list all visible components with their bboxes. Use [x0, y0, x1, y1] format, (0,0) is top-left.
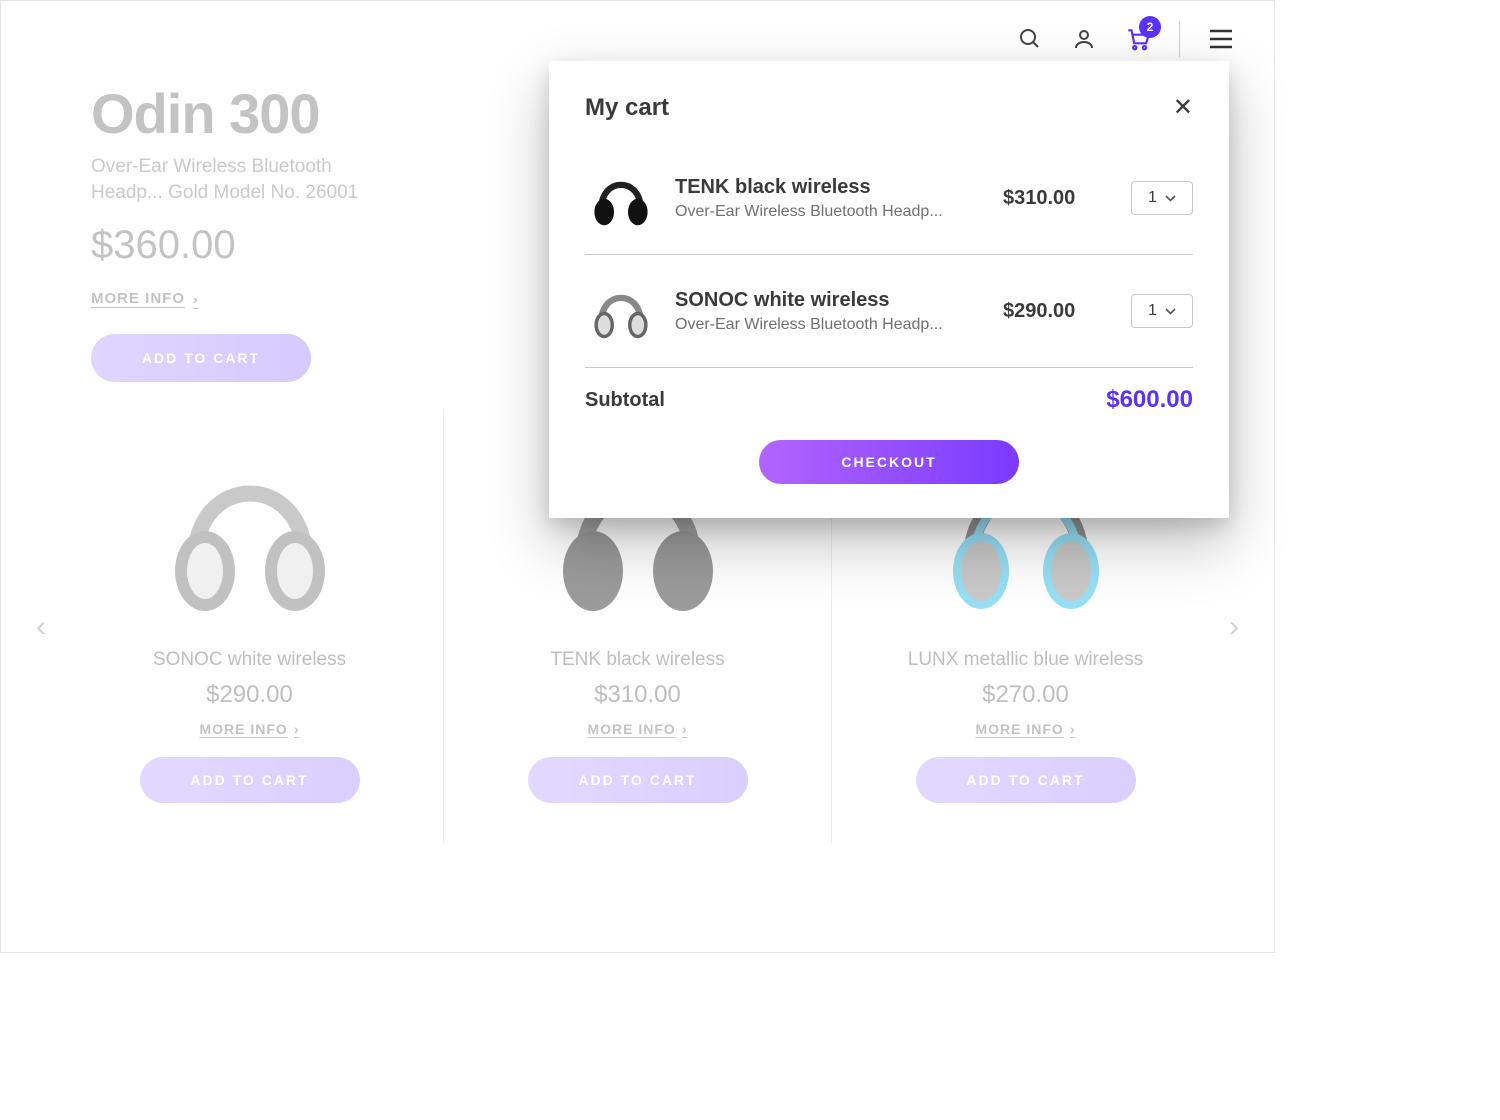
product-price: $290.00	[206, 681, 293, 709]
product-more-info-link[interactable]: MORE INFO ›	[199, 721, 299, 737]
product-add-to-cart-button[interactable]: ADD TO CART	[140, 757, 360, 803]
more-info-label: MORE INFO	[91, 290, 185, 307]
product-more-info-link[interactable]: MORE INFO ›	[587, 721, 687, 737]
product-name: SONOC white wireless	[153, 649, 346, 671]
product-price: $310.00	[594, 681, 681, 709]
cart-item-desc: Over-Ear Wireless Bluetooth Headp...	[675, 316, 985, 334]
menu-icon[interactable]	[1208, 26, 1234, 52]
checkout-button[interactable]: CHECKOUT	[759, 440, 1019, 484]
hero-add-to-cart-button[interactable]: ADD TO CART	[91, 334, 311, 382]
product-card: SONOC white wireless $290.00 MORE INFO› …	[56, 411, 444, 843]
subtotal-value: $600.00	[1106, 386, 1193, 414]
cart-item-price: $290.00	[1003, 300, 1113, 323]
qty-value: 1	[1148, 302, 1157, 320]
hero-subtitle: Over-Ear Wireless Bluetooth Headp... Gol…	[91, 154, 391, 205]
cart-item-name: TENK black wireless	[675, 176, 985, 199]
product-add-to-cart-button[interactable]: ADD TO CART	[528, 757, 748, 803]
cart-item-image	[585, 275, 657, 347]
product-name: TENK black wireless	[550, 649, 724, 671]
carousel-prev-button[interactable]: ‹	[26, 597, 56, 657]
chevron-down-icon	[1165, 195, 1176, 202]
cart-badge: 2	[1139, 16, 1161, 38]
cart-icon[interactable]: 2	[1125, 26, 1151, 52]
chevron-down-icon	[1165, 308, 1176, 315]
carousel-next-button[interactable]: ›	[1219, 597, 1249, 657]
chevron-right-icon: ›	[193, 291, 199, 307]
cart-item-row: SONOC white wireless Over-Ear Wireless B…	[585, 255, 1193, 368]
cart-item-desc: Over-Ear Wireless Bluetooth Headp...	[675, 203, 985, 221]
hero-more-info-link[interactable]: MORE INFO ›	[91, 290, 199, 307]
cart-panel: My cart ✕ TENK black wireless Over-Ear W…	[549, 61, 1229, 518]
subtotal-label: Subtotal	[585, 389, 665, 412]
product-name: LUNX metallic blue wireless	[908, 649, 1143, 671]
qty-value: 1	[1148, 189, 1157, 207]
product-image	[140, 421, 360, 641]
chevron-right-icon: ›	[1070, 721, 1076, 737]
product-more-info-link[interactable]: MORE INFO ›	[975, 721, 1075, 737]
cart-item-qty-select[interactable]: 1	[1131, 294, 1193, 328]
more-info-label: MORE INFO	[199, 721, 287, 737]
chevron-right-icon: ›	[294, 721, 300, 737]
product-add-to-cart-button[interactable]: ADD TO CART	[916, 757, 1136, 803]
cart-item-name: SONOC white wireless	[675, 289, 985, 312]
cart-item-price: $310.00	[1003, 187, 1113, 210]
chevron-right-icon: ›	[682, 721, 688, 737]
account-icon[interactable]	[1071, 26, 1097, 52]
more-info-label: MORE INFO	[975, 721, 1063, 737]
cart-item-row: TENK black wireless Over-Ear Wireless Bl…	[585, 142, 1193, 255]
product-price: $270.00	[982, 681, 1069, 709]
search-icon[interactable]	[1017, 26, 1043, 52]
cart-item-image	[585, 162, 657, 234]
close-icon[interactable]: ✕	[1173, 93, 1193, 122]
more-info-label: MORE INFO	[587, 721, 675, 737]
cart-title: My cart	[585, 94, 669, 122]
cart-item-qty-select[interactable]: 1	[1131, 181, 1193, 215]
divider	[1179, 21, 1180, 57]
